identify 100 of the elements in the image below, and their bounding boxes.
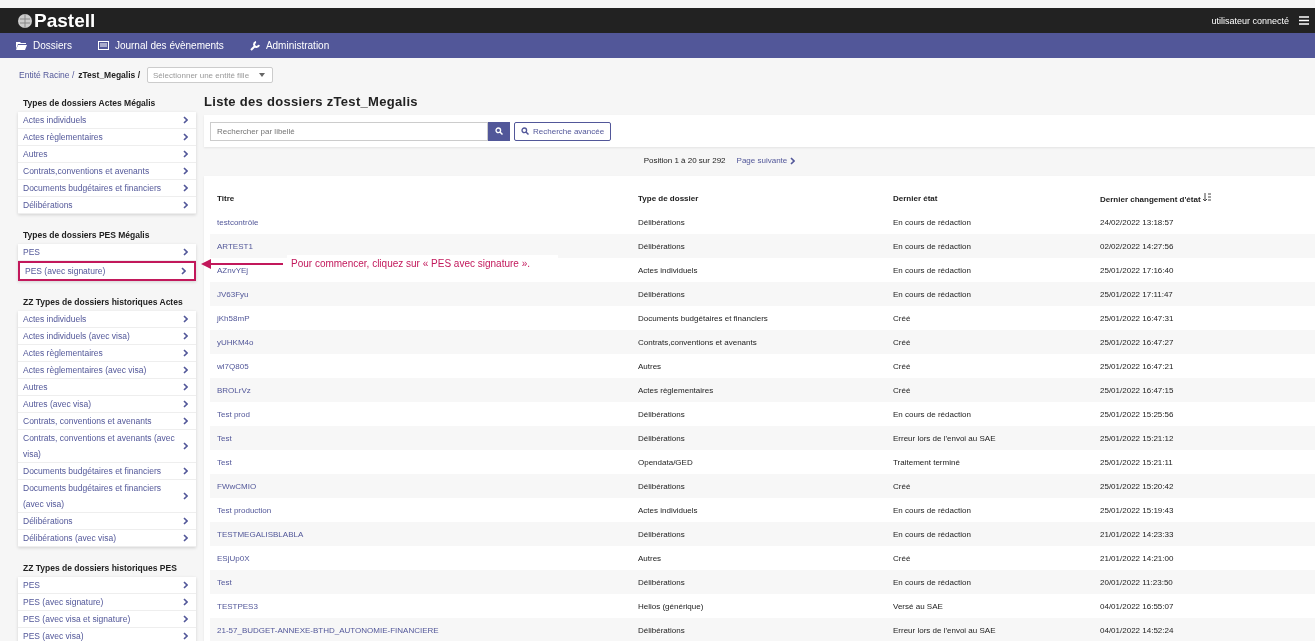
title-link[interactable]: jKh58mP xyxy=(217,313,250,323)
caret-icon xyxy=(259,73,265,77)
title-link[interactable]: wl7Q805 xyxy=(217,361,249,371)
sidebar-item[interactable]: Actes individuels xyxy=(18,311,196,328)
table-cell: Erreur lors de l'envoi au SAE xyxy=(893,433,996,443)
sidebar-item[interactable]: Actes règlementaires (avec visa) xyxy=(18,362,196,379)
table-cell: Créé xyxy=(893,481,911,491)
table-cell: Créé xyxy=(893,553,911,563)
chevron-icon xyxy=(183,534,188,542)
table-cell: Actes individuels xyxy=(638,505,698,515)
title-link[interactable]: Test xyxy=(217,433,232,443)
table-cell: Traitement terminé xyxy=(893,457,960,467)
chevron-icon xyxy=(183,133,188,141)
chevron-icon xyxy=(183,517,188,525)
table-cell: En cours de rédaction xyxy=(893,577,971,587)
column-header[interactable]: Type de dossier xyxy=(631,182,886,210)
title-link[interactable]: FWwCMIO xyxy=(217,481,257,491)
logo[interactable]: Pastell xyxy=(17,9,96,32)
sidebar-item[interactable]: Actes règlementaires xyxy=(18,345,196,362)
search-button[interactable] xyxy=(488,121,510,141)
next-page-link[interactable]: Page suivante xyxy=(736,156,796,165)
sidebar-item[interactable]: Délibérations xyxy=(18,513,196,530)
title-link[interactable]: Test xyxy=(217,577,232,587)
title-link[interactable]: Test xyxy=(217,457,232,467)
sidebar-item[interactable]: PES (avec visa) xyxy=(18,628,196,641)
section-heading: Types de dossiers PES Mégalis xyxy=(22,230,151,242)
sidebar-item[interactable]: Actes individuels (avec visa) xyxy=(18,328,196,345)
table-cell: 25/01/2022 16:47:15 xyxy=(1100,385,1174,395)
sidebar-item[interactable]: Délibérations (avec visa) xyxy=(18,530,196,547)
table-cell: 25/01/2022 16:47:31 xyxy=(1100,313,1174,323)
sidebar-item[interactable]: Autres xyxy=(18,379,196,396)
table-cell: Délibérations xyxy=(638,625,685,635)
table-cell: Contrats,conventions et avenants xyxy=(638,337,757,347)
sidebar-item[interactable]: PES (avec signature) xyxy=(18,261,196,281)
title-link[interactable]: ARTEST1 xyxy=(217,241,253,251)
title-link[interactable]: Test prod xyxy=(217,409,250,419)
chevron-icon xyxy=(183,615,188,623)
title-link[interactable]: ESjUp0X xyxy=(217,553,250,563)
globe-icon xyxy=(17,12,33,29)
table-cell: 04/01/2022 16:55:07 xyxy=(1100,601,1174,611)
nav-link[interactable]: Journal des évènements xyxy=(97,40,224,51)
sidebar-item[interactable]: Documents budgétaires et financiers (avec visa) xyxy=(18,480,196,513)
sidebar-item[interactable]: Documents budgétaires et financiers xyxy=(18,463,196,480)
title-link[interactable]: Test production xyxy=(217,505,272,515)
menu-icon[interactable] xyxy=(1299,16,1309,25)
sidebar-item[interactable]: PES (avec visa et signature) xyxy=(18,611,196,628)
sidebar-item[interactable]: Contrats, conventions et avenants (avec visa) xyxy=(18,430,196,463)
title-link[interactable]: JV63Fyu xyxy=(217,289,249,299)
title-link[interactable]: yUHKM4o xyxy=(217,337,254,347)
position-text: Position 1 à 20 sur 292 xyxy=(643,156,726,165)
chevron-icon xyxy=(183,383,188,391)
column-header[interactable]: Dernier état xyxy=(886,182,1093,210)
user-name[interactable]: utilisateur connecté xyxy=(1211,15,1289,26)
breadcrumb-link[interactable]: Entité Racine / xyxy=(19,70,75,80)
sidebar-item[interactable]: PES (avec signature) xyxy=(18,594,196,611)
column-header[interactable]: Dernier changement d'état xyxy=(1093,182,1315,210)
sidebar-item[interactable]: Autres xyxy=(18,146,196,163)
table-cell: 02/02/2022 14:27:56 xyxy=(1100,241,1174,251)
table-cell: Délibérations xyxy=(638,217,685,227)
chevron-icon xyxy=(183,248,188,256)
sidebar-item[interactable]: Délibérations xyxy=(18,197,196,214)
table-cell: 24/02/2022 13:18:57 xyxy=(1100,217,1174,227)
chevron-icon xyxy=(181,267,186,275)
sidebar-item[interactable]: Actes règlementaires xyxy=(18,129,196,146)
table-cell: Délibérations xyxy=(638,241,685,251)
column-header[interactable]: Titre xyxy=(210,182,631,210)
advanced-search-button[interactable]: Recherche avancée xyxy=(514,121,612,141)
table-cell: Créé xyxy=(893,361,911,371)
table-cell: 25/01/2022 15:19:43 xyxy=(1100,505,1174,515)
table-cell: Délibérations xyxy=(638,577,685,587)
sidebar-item[interactable]: PES xyxy=(18,577,196,594)
chevron-icon xyxy=(183,201,188,209)
table-cell: 25/01/2022 17:16:40 xyxy=(1100,265,1174,275)
table-cell: En cours de rédaction xyxy=(893,505,971,515)
table-cell: 25/01/2022 16:47:21 xyxy=(1100,361,1174,371)
table-cell: Délibérations xyxy=(638,481,685,491)
title-link[interactable]: AZnvYEj xyxy=(217,265,249,275)
title-link[interactable]: TESTMEGALISBLABLA xyxy=(217,529,304,539)
search-field[interactable]: Rechercher par libellé xyxy=(210,121,488,141)
chevron-icon xyxy=(183,332,188,340)
title-link[interactable]: TESTPES3 xyxy=(217,601,258,611)
section-heading: ZZ Types de dossiers historiques PES xyxy=(22,563,178,575)
table-cell: En cours de rédaction xyxy=(893,289,971,299)
sort-icon xyxy=(1202,193,1211,202)
table-cell: 25/01/2022 15:21:12 xyxy=(1100,433,1174,443)
table-cell: Autres xyxy=(638,361,662,371)
sidebar-item[interactable]: Contrats,conventions et avenants xyxy=(18,163,196,180)
nav-link[interactable]: Administration xyxy=(249,40,330,51)
table-cell: 04/01/2022 14:52:24 xyxy=(1100,625,1174,635)
title-link[interactable]: BROLrVz xyxy=(217,385,251,395)
chevron-icon xyxy=(183,442,188,450)
sidebar-item[interactable]: Documents budgétaires et financiers xyxy=(18,180,196,197)
sidebar-item[interactable]: Actes individuels xyxy=(18,112,196,129)
section-heading: ZZ Types de dossiers historiques Actes xyxy=(22,297,184,309)
chevron-icon xyxy=(183,598,188,606)
sidebar-item[interactable]: Autres (avec visa) xyxy=(18,396,196,413)
title-link[interactable]: testcontrôle xyxy=(217,217,259,227)
sidebar-item[interactable]: Contrats, conventions et avenants xyxy=(18,413,196,430)
nav-link[interactable]: Dossiers xyxy=(16,40,72,51)
logo-text: Pastell xyxy=(34,9,96,32)
